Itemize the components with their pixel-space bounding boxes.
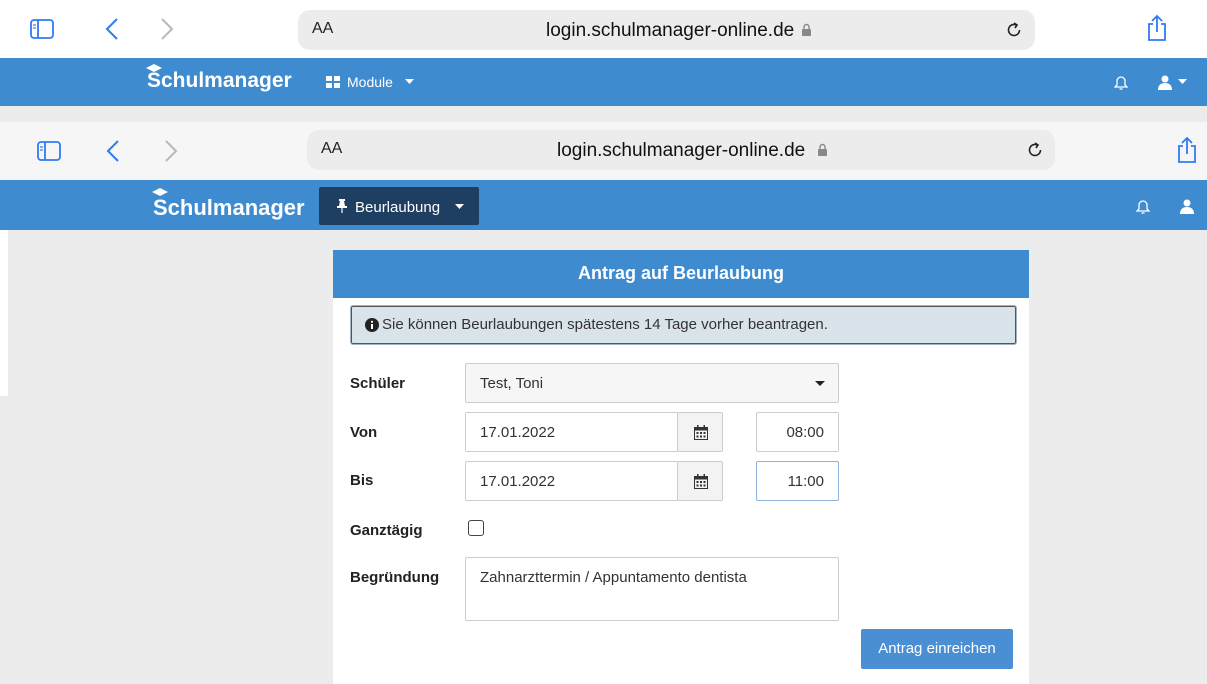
allday-checkbox[interactable] <box>468 520 484 536</box>
from-date-value: 17.01.2022 <box>480 424 556 441</box>
to-calendar-button[interactable] <box>677 461 723 501</box>
lock-icon <box>818 143 827 156</box>
student-select[interactable]: Test, Toni <box>465 363 839 403</box>
reason-label: Begründung <box>350 569 440 586</box>
user-icon[interactable] <box>1180 198 1194 214</box>
user-icon[interactable] <box>1158 74 1172 90</box>
to-date-value: 17.01.2022 <box>480 473 556 490</box>
brand-logo[interactable]: Schulmanager <box>153 195 305 221</box>
reason-textarea[interactable]: Zahnarzttermin / Appuntamento dentista <box>465 557 839 621</box>
browser-toolbar: AA login.schulmanager-online.de <box>0 0 1207 58</box>
beurlaubung-menu[interactable]: Beurlaubung <box>319 187 479 225</box>
from-date-input[interactable]: 17.01.2022 <box>465 412 678 452</box>
sidebar-icon[interactable] <box>30 19 54 39</box>
reload-icon[interactable] <box>1004 20 1024 40</box>
to-date-input[interactable]: 17.01.2022 <box>465 461 678 501</box>
back-icon[interactable] <box>106 139 120 163</box>
allday-label: Ganztägig <box>350 522 423 539</box>
reader-aa-button[interactable]: AA <box>312 20 333 38</box>
graduation-cap-icon <box>146 64 162 72</box>
from-time-input[interactable]: 08:00 <box>756 412 839 452</box>
back-icon[interactable] <box>105 17 119 41</box>
brand-logo[interactable]: Schulmanager <box>147 69 292 93</box>
reload-icon[interactable] <box>1025 140 1045 160</box>
reader-aa-button[interactable]: AA <box>321 140 342 158</box>
share-icon[interactable] <box>1175 136 1199 164</box>
sidebar-icon[interactable] <box>37 141 61 161</box>
graduation-cap-icon <box>152 188 168 196</box>
app-navbar: Schulmanager Module <box>0 58 1207 106</box>
beurlaubung-menu-label: Beurlaubung <box>355 199 441 216</box>
caret-down-icon <box>455 204 464 209</box>
address-bar[interactable]: AA login.schulmanager-online.de <box>307 130 1055 170</box>
student-value: Test, Toni <box>480 375 544 392</box>
to-time-input[interactable]: 11:00 <box>756 461 839 501</box>
grid-icon <box>326 76 340 88</box>
caret-down-icon <box>1178 79 1187 84</box>
url-text: login.schulmanager-online.de <box>557 140 806 161</box>
bell-icon[interactable] <box>1114 74 1128 90</box>
leave-request-card: Antrag auf Beurlaubung Sie können Beurla… <box>333 250 1029 684</box>
side-panel-edge <box>0 230 8 396</box>
url-text: login.schulmanager-online.de <box>546 20 795 41</box>
share-icon[interactable] <box>1145 14 1169 42</box>
submit-request-button[interactable]: Antrag einreichen <box>861 629 1013 669</box>
student-label: Schüler <box>350 375 406 392</box>
app-navbar-duplicate: Schulmanager Beurlaubung <box>0 180 1207 230</box>
calendar-icon <box>694 425 708 440</box>
address-bar[interactable]: AA login.schulmanager-online.de <box>298 10 1035 50</box>
modules-menu[interactable]: Module <box>347 74 393 90</box>
bell-icon[interactable] <box>1136 198 1150 214</box>
card-title: Antrag auf Beurlaubung <box>333 250 1029 298</box>
forward-icon[interactable] <box>160 17 174 41</box>
from-calendar-button[interactable] <box>677 412 723 452</box>
caret-down-icon <box>815 381 825 386</box>
info-alert: Sie können Beurlaubungen spätestens 14 T… <box>350 305 1017 345</box>
to-label: Bis <box>350 472 374 489</box>
forward-icon[interactable] <box>164 139 178 163</box>
browser-toolbar-duplicate: AA login.schulmanager-online.de <box>0 122 1207 180</box>
reason-value: Zahnarzttermin / Appuntamento dentista <box>480 569 747 586</box>
pin-icon <box>337 199 347 213</box>
to-time-value: 11:00 <box>787 473 824 490</box>
caret-down-icon <box>405 79 414 84</box>
info-icon <box>365 318 379 332</box>
from-time-value: 08:00 <box>786 424 824 441</box>
info-text: Sie können Beurlaubungen spätestens 14 T… <box>382 316 828 333</box>
from-label: Von <box>350 424 378 441</box>
lock-icon <box>802 23 811 36</box>
calendar-icon <box>694 474 708 489</box>
